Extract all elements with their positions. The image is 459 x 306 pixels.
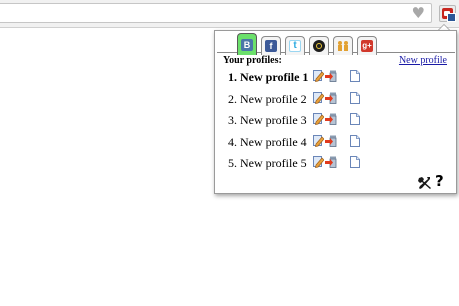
people-icon xyxy=(337,40,349,52)
profile-name[interactable]: New profile 4 xyxy=(240,134,307,150)
profiles-heading: Your profiles: xyxy=(223,55,282,66)
edit-icon[interactable] xyxy=(313,156,324,168)
profile-name[interactable]: New profile 3 xyxy=(240,112,307,128)
new-profile-link[interactable]: New profile xyxy=(399,55,447,66)
delete-icon[interactable] xyxy=(325,156,337,168)
list-item: 4. New profile 4 xyxy=(225,134,375,156)
tools-icon[interactable] xyxy=(418,176,432,190)
delete-icon[interactable] xyxy=(325,70,337,82)
vk-icon: В xyxy=(241,39,253,51)
tab-vk[interactable]: В xyxy=(237,33,257,55)
profile-number: 5. xyxy=(228,156,237,170)
extension-button[interactable] xyxy=(439,5,456,22)
delete-icon[interactable] xyxy=(325,92,337,104)
profile-number: 4. xyxy=(228,134,237,149)
network-tabs: В f t g+ xyxy=(237,33,381,55)
profile-number: 1. xyxy=(228,70,237,84)
edit-icon[interactable] xyxy=(313,134,324,147)
profile-name[interactable]: New profile 1 xyxy=(240,69,308,85)
delete-icon[interactable] xyxy=(325,113,337,125)
profile-number: 3. xyxy=(228,113,237,127)
document-icon[interactable] xyxy=(350,91,360,104)
list-item: 2. New profile 2 xyxy=(225,91,375,113)
document-icon[interactable] xyxy=(350,156,360,168)
profile-name[interactable]: New profile 2 xyxy=(240,91,307,107)
list-item: 5. New profile 5 xyxy=(225,155,375,177)
twitter-icon: t xyxy=(289,40,301,52)
odnoklassniki-icon xyxy=(313,40,325,52)
help-icon[interactable]: ? xyxy=(435,172,444,190)
profile-name[interactable]: New profile 5 xyxy=(240,155,307,171)
extension-badge-icon xyxy=(447,13,456,22)
list-item: 3. New profile 3 xyxy=(225,112,375,134)
tab-odnoklassniki[interactable] xyxy=(309,36,329,55)
browser-toolbar: ♥ xyxy=(0,0,459,28)
document-icon[interactable] xyxy=(350,70,360,82)
extension-popup: В f t g+ Your profiles: New profile 1. N… xyxy=(214,30,457,194)
list-item: 1. New profile 1 xyxy=(225,69,375,91)
star-icon[interactable]: ♥ xyxy=(412,5,425,22)
profile-number: 2. xyxy=(228,91,237,106)
edit-icon[interactable] xyxy=(313,91,324,104)
profile-list: 1. New profile 1 2. New profile 2 3. New… xyxy=(225,69,375,177)
document-icon[interactable] xyxy=(350,113,360,125)
tab-google-plus[interactable]: g+ xyxy=(357,36,377,55)
tab-people[interactable] xyxy=(333,36,353,55)
delete-icon[interactable] xyxy=(325,135,337,147)
facebook-icon: f xyxy=(265,40,277,52)
edit-icon[interactable] xyxy=(313,70,324,82)
google-plus-icon: g+ xyxy=(361,40,373,52)
tab-facebook[interactable]: f xyxy=(261,36,281,55)
edit-icon[interactable] xyxy=(313,113,324,125)
tab-twitter[interactable]: t xyxy=(285,36,305,55)
document-icon[interactable] xyxy=(350,134,360,147)
address-bar[interactable]: ♥ xyxy=(0,3,432,23)
